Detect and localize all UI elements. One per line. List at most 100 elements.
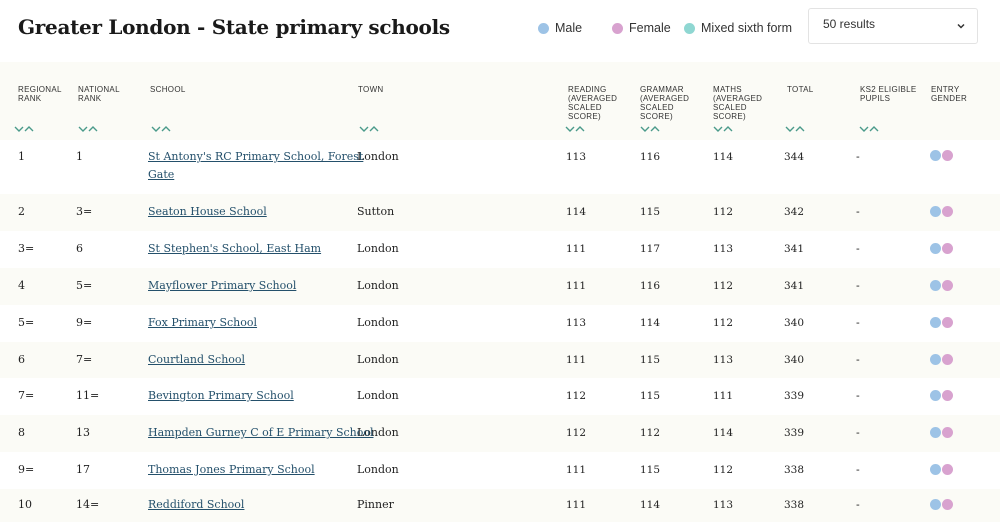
male-dot-icon [930, 464, 941, 475]
male-dot-icon [930, 243, 941, 254]
national-rank-cell: 14= [76, 498, 100, 511]
column-header-school: SCHOOL [150, 85, 186, 94]
table-row: 6 7= London 111 115 113 340 - Courtland School [0, 342, 1000, 378]
sort-chevrons-icon[interactable] [785, 125, 805, 133]
column-header-line: GENDER [931, 94, 968, 103]
reading-score-cell: 111 [566, 464, 587, 476]
national-rank-cell: 3= [76, 205, 93, 218]
column-header-line: NATIONAL [78, 85, 120, 94]
maths-score-cell: 113 [713, 243, 734, 255]
town-cell: Sutton [357, 205, 395, 218]
entry-gender-cell [930, 427, 953, 438]
male-dot-icon [538, 22, 549, 34]
male-dot-icon [930, 390, 941, 401]
regional-rank-cell: 3= [18, 242, 35, 255]
grammar-score-cell: 115 [640, 464, 661, 476]
national-rank-cell: 13 [76, 426, 90, 439]
column-header-line: SCALED [568, 103, 602, 112]
school-name-line: St Antony's RC Primary School, Forest [148, 150, 364, 163]
legend-female-label: Female [629, 21, 671, 35]
column-header-town: TOWN [358, 85, 384, 94]
maths-score-cell: 111 [713, 390, 734, 402]
legend-female: Female [612, 21, 671, 35]
column-header-line: RANK [78, 94, 102, 103]
female-dot-icon [942, 280, 953, 291]
page-header: Greater London - State primary schools M… [0, 0, 1000, 62]
school-link[interactable]: Hampden Gurney C of E Primary School [148, 424, 374, 442]
school-link[interactable]: Seaton House School [148, 203, 267, 221]
male-dot-icon [930, 317, 941, 328]
entry-gender-cell [930, 499, 953, 510]
grammar-score-cell: 115 [640, 353, 661, 366]
school-link[interactable]: Fox Primary School [148, 314, 257, 332]
sort-chevrons-icon[interactable] [359, 125, 379, 133]
female-dot-icon [942, 390, 953, 401]
entry-gender-cell [930, 317, 953, 328]
sort-chevrons-icon[interactable] [565, 125, 585, 133]
table-row: 8 13 London 112 112 114 339- Hampden Gurney C o… [0, 415, 1000, 452]
column-header-line: SCORE) [713, 112, 746, 121]
total-score-cell: 342 [784, 206, 805, 218]
page-title: Greater London - State primary schools [18, 15, 450, 39]
school-name-line: Mayflower Primary School [148, 279, 297, 292]
school-link[interactable]: Bevington Primary School [148, 387, 294, 405]
regional-rank-cell: 8 [18, 426, 25, 439]
school-link[interactable]: St Stephen's School, East Ham [148, 240, 321, 258]
female-dot-icon [942, 206, 953, 217]
column-header-line: SCALED [640, 103, 674, 112]
town-cell: London [357, 352, 399, 366]
school-name-line: St Stephen's School, East Ham [148, 242, 322, 255]
column-header-reading: READING (AVERAGED SCALED SCORE) [568, 85, 617, 121]
grammar-score-cell: 117 [640, 243, 661, 255]
female-dot-icon [942, 499, 953, 510]
sort-chevrons-icon[interactable] [859, 125, 879, 133]
column-header-line: READING [568, 85, 607, 94]
national-rank-cell: 5= [76, 279, 93, 292]
school-name-line: Courtland School [148, 352, 246, 366]
ks2-eligible-cell: - [856, 316, 860, 329]
national-rank-cell: 6 [76, 242, 83, 255]
school-link[interactable]: Courtland School [148, 351, 245, 369]
sort-chevrons-icon[interactable] [78, 125, 98, 133]
ks2-eligible-cell: - [856, 352, 860, 366]
table-row: 3= 6 London 111 117 113 341 - St Stephen's Schoo… [0, 231, 1000, 268]
sort-chevrons-icon[interactable] [640, 125, 660, 133]
reading-score-cell: 112 [566, 427, 587, 439]
school-link[interactable]: Mayflower Primary School [148, 277, 296, 295]
sort-chevrons-icon[interactable] [713, 125, 733, 133]
school-link[interactable]: Thomas Jones Primary School [148, 461, 315, 479]
male-dot-icon [930, 427, 941, 438]
total-score-cell: 341 [784, 280, 805, 292]
maths-score-cell: 112 [713, 317, 734, 329]
school-name-line: Thomas Jones Primary School [148, 463, 315, 476]
sort-chevrons-icon[interactable] [14, 125, 34, 133]
national-rank-cell: 17 [76, 463, 90, 476]
chevron-down-icon [957, 23, 965, 29]
maths-score-cell: 112 [713, 280, 734, 292]
column-header-line: (AVERAGED [640, 94, 690, 103]
results-count-select[interactable]: 50 results [808, 8, 978, 44]
column-header-grammar: GRAMMAR (AVERAGED SCALED SCORE) [640, 85, 689, 121]
male-dot-icon [930, 499, 941, 510]
sort-chevrons-icon[interactable] [151, 125, 171, 133]
school-link[interactable]: Reddiford School [148, 496, 244, 514]
school-name-line: Reddiford School [148, 498, 245, 511]
table-row: 10 14= Pinner 111 114 113 338 - Reddiford School [0, 489, 1000, 522]
school-link[interactable]: St Antony's RC Primary School, Forest Gat… [148, 148, 363, 184]
reading-score-cell: 111 [566, 280, 587, 292]
table-row: 4 5= London 111 116 112 341 - Mayflower Primary … [0, 268, 1000, 305]
regional-rank-cell: 4 [18, 279, 25, 292]
ks2-eligible-cell: - [856, 279, 860, 292]
legend-mixed-sixth-form: Mixed sixth form [684, 21, 792, 35]
female-dot-icon [942, 150, 953, 161]
maths-score-cell: 114 [713, 427, 734, 439]
legend-male: Male [538, 21, 582, 35]
total-score-cell: 341 [784, 243, 805, 255]
ks2-eligible-cell: - [856, 242, 860, 255]
school-name-line: Hampden Gurney C of E Primary School [148, 426, 374, 439]
column-header-line: SCORE) [568, 112, 601, 121]
town-cell: London [357, 279, 399, 292]
national-rank-cell: 11= [76, 389, 100, 402]
reading-score-cell: 111 [566, 499, 587, 511]
ks2-eligible-cell: - [856, 463, 860, 476]
